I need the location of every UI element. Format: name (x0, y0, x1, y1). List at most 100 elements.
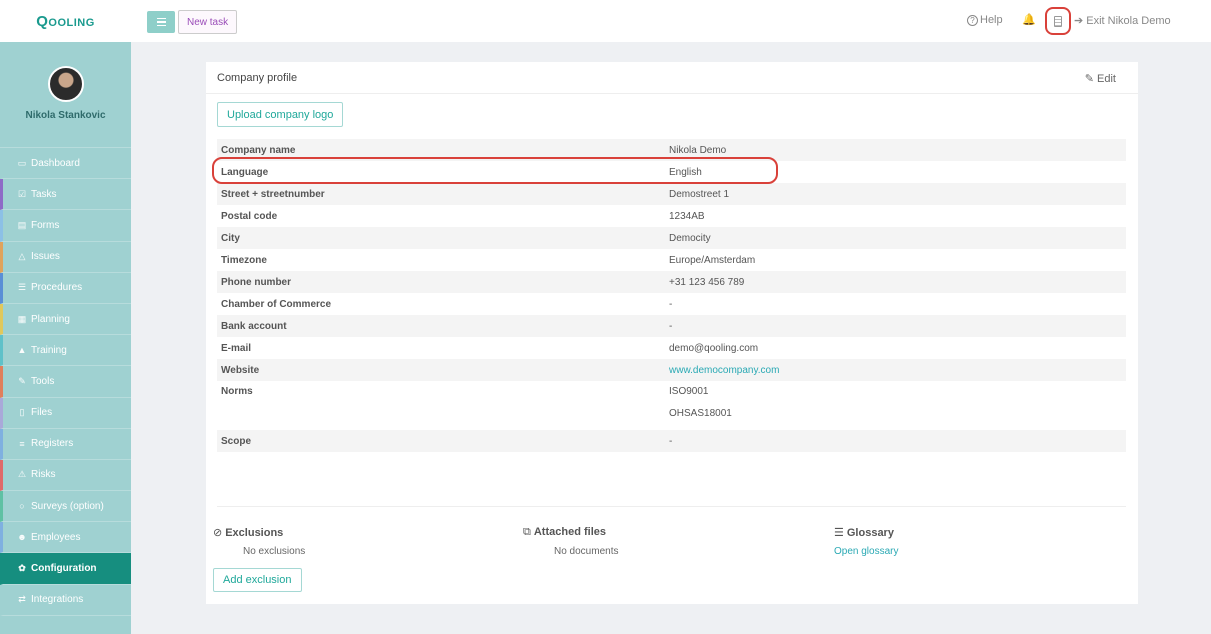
exclusions-empty: No exclusions (243, 546, 306, 557)
field-label: Bank account (221, 320, 287, 332)
sidebar-item-surveys[interactable]: ○ Surveys (option) (0, 491, 131, 523)
field-value: Europe/Amsterdam (669, 254, 756, 266)
edit-button[interactable]: ✎ Edit (1085, 72, 1116, 85)
sidebar-item-label: Dashboard (31, 157, 80, 169)
table-row: Scope - (217, 430, 1126, 452)
exit-link[interactable]: ➔ Exit Nikola Demo (1074, 14, 1171, 27)
field-value: Demostreet 1 (669, 188, 730, 200)
sidebar-item-forms[interactable]: ▤ Forms (0, 210, 131, 242)
user-profile: Nikola Stankovic (0, 42, 131, 148)
table-row: City Democity (217, 227, 1126, 249)
field-label: Website (221, 364, 260, 376)
glossary-title: ☰ Glossary (834, 526, 898, 539)
add-exclusion-button[interactable]: Add exclusion (213, 568, 302, 592)
help-link[interactable]: ? Help (967, 14, 1003, 26)
sidebar-item-label: Issues (31, 251, 60, 263)
table-row: Language English (217, 161, 1126, 183)
sidebar-item-label: Tools (31, 375, 55, 387)
field-label: Norms (221, 386, 253, 397)
attached-files-section: ⧉ Attached files No documents (523, 526, 618, 557)
sidebar: Qooling Nikola Stankovic ▭ Dashboard ☑ Tas… (0, 0, 131, 634)
users-icon: ☻ (17, 532, 27, 543)
user-name: Nikola Stankovic (25, 110, 106, 121)
field-value: English (669, 166, 702, 178)
field-value: demo@qooling.com (669, 342, 759, 354)
field-label: Street + streetnumber (221, 188, 325, 200)
sidebar-item-configuration[interactable]: ✿ Configuration (0, 553, 131, 585)
forms-icon: ▤ (17, 219, 27, 230)
hamburger-icon (156, 17, 166, 20)
field-label: Postal code (221, 210, 278, 222)
sidebar-item-label: Planning (31, 313, 70, 325)
help-label: Help (980, 14, 1003, 26)
page-title: Company profile (217, 72, 298, 84)
field-value: www.democompany.com (665, 359, 1126, 381)
exclusions-title-text: Exclusions (225, 527, 284, 539)
field-label: Timezone (221, 254, 267, 266)
sidebar-item-planning[interactable]: ▦ Planning (0, 303, 131, 336)
sidebar-item-files[interactable]: ▯ Files (0, 397, 131, 429)
glossary-section: ☰ Glossary Open glossary (834, 526, 898, 557)
sidebar-item-label: Configuration (31, 563, 97, 575)
table-row: Chamber of Commerce - (217, 293, 1126, 315)
sidebar-item-label: Employees (31, 531, 81, 543)
sidebar-item-issues[interactable]: △ Issues (0, 241, 131, 273)
field-value: Nikola Demo (669, 144, 727, 156)
sidebar-item-tasks[interactable]: ☑ Tasks (0, 179, 131, 211)
sidebar-nav: ▭ Dashboard ☑ Tasks ▤ Forms △ Issues ☰ Proced… (0, 148, 131, 616)
exclusions-title: ⊘ Exclusions (213, 526, 305, 539)
table-row: E-mail demo@qooling.com (217, 337, 1126, 359)
field-label: Scope (221, 435, 252, 447)
sidebar-item-label: Procedures (31, 282, 83, 294)
website-link[interactable]: www.democompany.com (669, 365, 779, 376)
attached-files-empty: No documents (554, 546, 619, 557)
field-value: - (669, 320, 673, 332)
ban-icon: ⊘ (213, 527, 223, 539)
bell-icon[interactable]: 🔔 (1022, 13, 1036, 26)
calendar-icon: ▦ (17, 313, 27, 324)
avatar[interactable] (47, 66, 84, 102)
dashboard-icon: ▭ (17, 157, 27, 168)
topbar: New task ? Help 🔔 ➔ Exit Nikola Demo (131, 0, 1211, 42)
file-icon: ▯ (19, 407, 25, 418)
field-value: ISO9001 OHSAS18001 (665, 381, 1126, 430)
gear-icon: ✿ (18, 563, 26, 574)
norm-item: ISO9001 (669, 386, 709, 397)
field-value: 1234AB (669, 210, 705, 222)
sidebar-item-risks[interactable]: ⚠ Risks (0, 459, 131, 492)
procedures-icon: ☰ (17, 282, 27, 293)
swap-icon: ⇄ (18, 594, 26, 605)
sidebar-item-label: Forms (31, 219, 60, 231)
divider (217, 506, 1126, 507)
app-logo[interactable]: Qooling (36, 13, 95, 30)
field-label: City (221, 232, 240, 244)
sidebar-item-employees[interactable]: ☻ Employees (0, 522, 131, 554)
upload-logo-button[interactable]: Upload company logo (217, 102, 344, 127)
norm-item: OHSAS18001 (669, 408, 732, 419)
sidebar-item-tools[interactable]: ✎ Tools (0, 366, 131, 398)
sidebar-item-integrations[interactable]: ⇄ Integrations (0, 584, 131, 616)
list-icon: ☰ (834, 527, 844, 539)
field-label: Company name (221, 144, 296, 156)
sidebar-item-label: Registers (31, 438, 74, 450)
table-row: Bank account - (217, 315, 1126, 337)
sidebar-item-procedures[interactable]: ☰ Procedures (0, 272, 131, 304)
field-value: Democity (669, 232, 711, 244)
sidebar-item-dashboard[interactable]: ▭ Dashboard (0, 148, 131, 180)
sidebar-item-registers[interactable]: ≡ Registers (0, 428, 131, 460)
sidebar-item-label: Risks (31, 469, 56, 481)
sign-out-icon: ➔ (1074, 15, 1087, 27)
glossary-title-text: Glossary (846, 527, 894, 539)
document-icon-highlighted[interactable] (1045, 7, 1071, 35)
exit-label: Exit Nikola Demo (1086, 15, 1171, 27)
open-glossary-link[interactable]: Open glossary (834, 546, 898, 557)
question-circle-icon: ? (967, 15, 978, 26)
new-task-button[interactable]: New task (178, 10, 238, 34)
sidebar-item-training[interactable]: ▲ Training (0, 335, 131, 367)
wrench-icon: ✎ (18, 375, 26, 386)
logo-area: Qooling (0, 0, 131, 42)
warning-icon: ⚠ (17, 469, 27, 480)
edit-label: Edit (1097, 73, 1116, 85)
list-icon: ≡ (19, 438, 25, 449)
menu-toggle-button[interactable] (147, 11, 175, 33)
